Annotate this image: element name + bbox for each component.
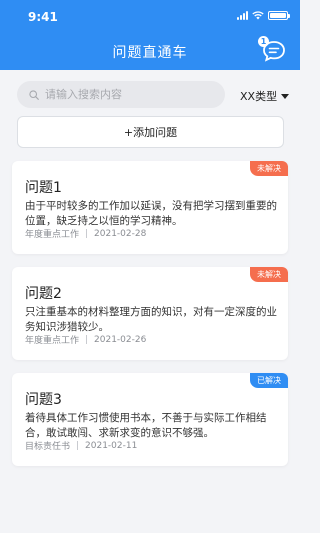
issue-card-2[interactable]: 未解决 问题2 只注重基本的材料整理方面的知识，对有一定深度的业务知识涉猎较少。… [12,267,288,360]
meta-divider [77,441,79,450]
issue-card-3[interactable]: 已解决 问题3 着待具体工作习惯使用书本，不善于与实际工作相结合，敢试敢闯、求新… [12,373,288,466]
page-title: 问题直通车 [112,45,188,61]
issue-category: 年度重点工作 [25,230,80,240]
type-filter-label: XX类型 [240,90,278,103]
issue-meta: 年度重点工作 2021-02-26 [25,333,147,347]
header-bar: 9:41 问题直通车 1 [0,0,300,70]
meta-divider [86,229,88,238]
add-issue-button[interactable]: +添加问题 [17,116,284,148]
battery-icon [268,11,290,20]
issue-meta: 年度重点工作 2021-02-28 [25,227,147,241]
status-icons [237,11,290,20]
status-time: 9:41 [28,10,58,24]
issue-date: 2021-02-28 [94,228,147,239]
issue-date: 2021-02-26 [94,334,147,345]
issue-description: 着待具体工作习惯使用书本，不善于与实际工作相结合，敢试敢闯、求新求变的意识不够强… [25,412,267,439]
issue-title: 问题2 [25,286,62,302]
issue-title: 问题3 [25,392,62,408]
status-badge: 已解决 [250,373,288,388]
search-input[interactable] [45,88,205,101]
issue-description: 只注重基本的材料整理方面的知识，对有一定深度的业务知识涉猎较少。 [25,306,277,333]
issue-title: 问题1 [25,180,62,196]
issue-category: 目标责任书 [25,442,71,452]
type-filter-dropdown[interactable]: XX类型 [240,88,290,104]
search-bar[interactable] [17,81,225,108]
issue-category: 年度重点工作 [25,336,80,346]
message-button[interactable]: 1 [258,36,286,62]
status-badge: 未解决 [250,161,288,176]
issue-meta: 目标责任书 2021-02-11 [25,439,138,453]
issue-date: 2021-02-11 [85,440,138,451]
search-icon [29,89,39,100]
caret-down-icon [281,93,290,99]
issue-description: 由于平时较多的工作加以延误，没有把学习摆到重要的位置，缺乏持之以恒的学习精神。 [25,200,277,227]
wifi-icon [252,11,264,20]
meta-divider [86,335,88,344]
issue-card-1[interactable]: 未解决 问题1 由于平时较多的工作加以延误，没有把学习摆到重要的位置，缺乏持之以… [12,161,288,254]
status-badge: 未解决 [250,267,288,282]
message-count-badge: 1 [258,36,269,47]
signal-icon [237,11,248,20]
